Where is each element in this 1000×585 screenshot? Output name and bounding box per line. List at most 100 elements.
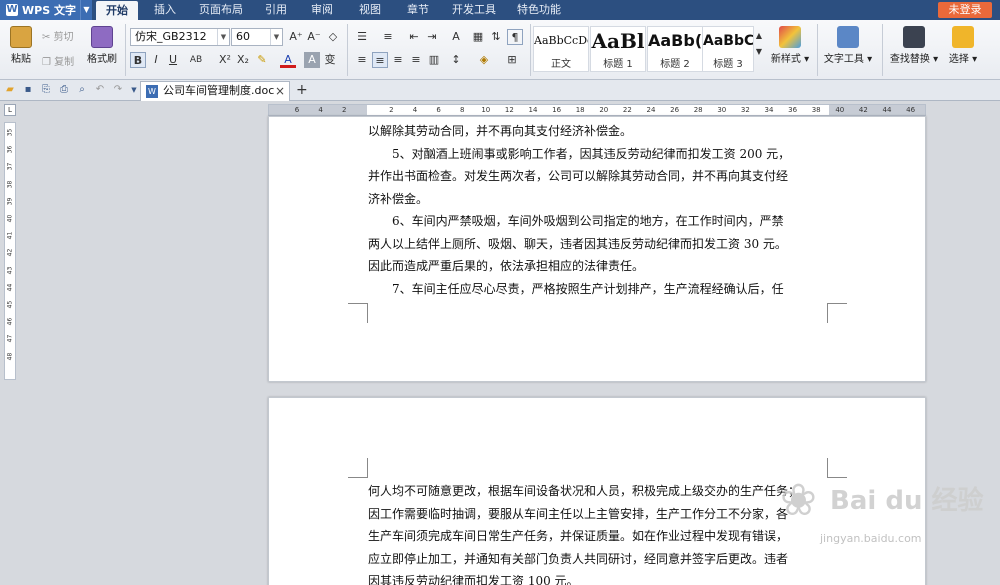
text-tools-button[interactable]: 文字工具 ▾: [823, 26, 873, 65]
print-preview-icon[interactable]: ⌕: [75, 83, 89, 97]
baidu-jingyan-watermark: ❀ Bai du 经验 jingyan.baidu.com: [780, 470, 1000, 585]
ruler-tick-label: 35: [6, 128, 14, 137]
ruler-tick-label: 20: [599, 106, 609, 114]
font-name-select[interactable]: 仿宋_GB2312 ▼: [130, 28, 230, 46]
document-page[interactable]: 以解除其劳动合同，并不再向其支付经济补偿金。 5、对酗酒上班闹事或影响工作者，因…: [268, 116, 926, 382]
wps-menu-button[interactable]: W WPS 文字 ▼: [0, 0, 92, 20]
copy-button[interactable]: ❐ 复制: [42, 53, 74, 68]
justify-icon[interactable]: ≡: [408, 52, 424, 68]
document-tab[interactable]: W 公司车间管理制度.doc ×: [140, 81, 290, 101]
divider: [347, 24, 348, 76]
paste-button[interactable]: 粘贴: [6, 26, 36, 65]
divider: [125, 24, 126, 76]
tab-insert[interactable]: 插入: [145, 0, 185, 20]
style-heading-3[interactable]: AaBbC 标题 3: [702, 26, 754, 72]
redo-icon[interactable]: ↷: [111, 83, 125, 97]
underline-icon[interactable]: U: [165, 52, 181, 68]
font-size-select[interactable]: 60 ▼: [231, 28, 283, 46]
distribute-icon[interactable]: ▥: [426, 52, 442, 68]
text-tools-icon: [837, 26, 859, 48]
new-style-button[interactable]: 新样式 ▾: [768, 26, 812, 65]
text-line: 济补偿金。: [368, 191, 429, 206]
superscript-icon[interactable]: X²: [217, 52, 233, 68]
tab-chapter[interactable]: 章节: [398, 0, 438, 20]
ruler-toggle-icon[interactable]: L: [4, 104, 16, 116]
char-shading-icon[interactable]: A: [304, 52, 320, 68]
shrink-font-icon[interactable]: A⁻: [306, 29, 322, 45]
tab-home[interactable]: 开始: [96, 1, 138, 20]
grow-font-icon[interactable]: A⁺: [288, 29, 304, 45]
ruler-tick-label: 38: [811, 106, 821, 114]
align-left-icon[interactable]: ≡: [354, 52, 370, 68]
paste-label: 粘贴: [11, 54, 31, 65]
select-label: 选择 ▾: [948, 54, 978, 65]
undo-icon[interactable]: ↶: [93, 83, 107, 97]
find-replace-button[interactable]: 查找替换 ▾: [888, 26, 940, 65]
close-icon[interactable]: ×: [275, 82, 285, 100]
bold-icon[interactable]: B: [130, 52, 146, 68]
margin-corner-mark: [827, 303, 847, 323]
numbered-list-icon[interactable]: ≡: [380, 29, 396, 45]
ruler-tick-label: 40: [835, 106, 845, 114]
copy-icon: ❐: [42, 57, 55, 68]
align-center-icon[interactable]: ≡: [372, 52, 388, 68]
vertical-ruler[interactable]: 35 36 37 38 39 40 41 42 43 44 45 46 47 48: [4, 122, 16, 380]
menu-bar: W WPS 文字 ▼ 开始 插入 页面布局 引用 审阅 视图 章节 开发工具 特…: [0, 0, 1000, 20]
ruler-tick-label: 40: [6, 214, 14, 223]
align-right-icon[interactable]: ≡: [390, 52, 406, 68]
tab-references[interactable]: 引用: [258, 0, 294, 20]
increase-indent-icon[interactable]: ⇥: [424, 29, 440, 45]
chevron-down-icon[interactable]: ▼: [80, 0, 92, 20]
text-line: 何人均不可随意更改，根据车间设备状况和人员，积极完成上级交办的生产任务；: [368, 484, 801, 498]
tab-view[interactable]: 视图: [350, 0, 390, 20]
open-icon[interactable]: ▰: [3, 83, 17, 97]
ruler-tick-label: 8: [459, 106, 465, 114]
strikethrough-icon[interactable]: AB: [186, 52, 206, 68]
style-name: 标题 3: [713, 59, 743, 70]
table-icon[interactable]: ▦: [470, 29, 486, 45]
style-heading-2[interactable]: AaBb( 标题 2: [647, 26, 703, 72]
cursor-icon: [952, 26, 974, 48]
format-painter-button[interactable]: 格式刷: [86, 26, 118, 65]
brush-icon: [91, 26, 113, 48]
style-heading-1[interactable]: AaBl 标题 1: [590, 26, 646, 72]
text-line: 应立即停止加工，并通知有关部门负责人共同研讨，经同意并签字后更改。违者: [368, 551, 789, 566]
font-color-icon[interactable]: A: [280, 52, 296, 68]
sort-icon[interactable]: ⇅: [488, 29, 504, 45]
italic-icon[interactable]: I: [148, 52, 164, 68]
page-text[interactable]: 何人均不可随意更改，根据车间设备状况和人员，积极完成上级交办的生产任务； 因工作…: [368, 480, 828, 585]
subscript-icon[interactable]: X₂: [235, 52, 251, 68]
decrease-indent-icon[interactable]: ⇤: [406, 29, 422, 45]
add-tab-icon[interactable]: +: [296, 81, 308, 99]
select-button[interactable]: 选择 ▾: [944, 26, 982, 65]
save-icon[interactable]: ▪: [21, 83, 35, 97]
highlight-icon[interactable]: ✎: [254, 52, 270, 68]
paw-icon: ❀: [780, 475, 817, 526]
binoculars-icon: [903, 26, 925, 48]
chevron-down-icon[interactable]: ▼: [127, 83, 141, 97]
export-pdf-icon[interactable]: ⎘: [39, 83, 53, 97]
print-icon[interactable]: ⎙: [57, 83, 71, 97]
tab-review[interactable]: 审阅: [302, 0, 342, 20]
tab-special-features[interactable]: 特色功能: [510, 0, 568, 20]
bullet-list-icon[interactable]: ☰: [354, 29, 370, 45]
borders-icon[interactable]: ⊞: [504, 52, 520, 68]
tab-developer[interactable]: 开发工具: [446, 0, 502, 20]
cut-button[interactable]: ✂ 剪切: [42, 28, 74, 43]
login-button[interactable]: 未登录: [938, 2, 992, 18]
ruler-tick-label: 2: [341, 106, 347, 114]
shading-icon[interactable]: ◈: [476, 52, 492, 68]
new-style-icon: [779, 26, 801, 48]
show-marks-icon[interactable]: ¶: [507, 29, 523, 45]
style-gallery-more-icon[interactable]: ▲ ▼: [754, 28, 764, 56]
line-spacing-icon[interactable]: ↕: [448, 52, 464, 68]
ruler-tick-label: 43: [6, 266, 14, 274]
ruler-tick-label: 42: [6, 249, 14, 257]
style-normal[interactable]: AaBbCcDd 正文: [533, 26, 589, 72]
page-text[interactable]: 以解除其劳动合同，并不再向其支付经济补偿金。 5、对酗酒上班闹事或影响工作者，因…: [368, 120, 828, 300]
text-direction-icon[interactable]: A: [448, 29, 464, 45]
phonetic-guide-icon[interactable]: 变: [322, 52, 338, 68]
clear-format-icon[interactable]: ◇: [325, 29, 341, 45]
tab-page-layout[interactable]: 页面布局: [192, 0, 250, 20]
horizontal-ruler[interactable]: 6 4 2 2 4 6 8 10 12 14 16 18 20 22 24 26 28 30 32 34 36 38 40 4…: [268, 104, 926, 116]
